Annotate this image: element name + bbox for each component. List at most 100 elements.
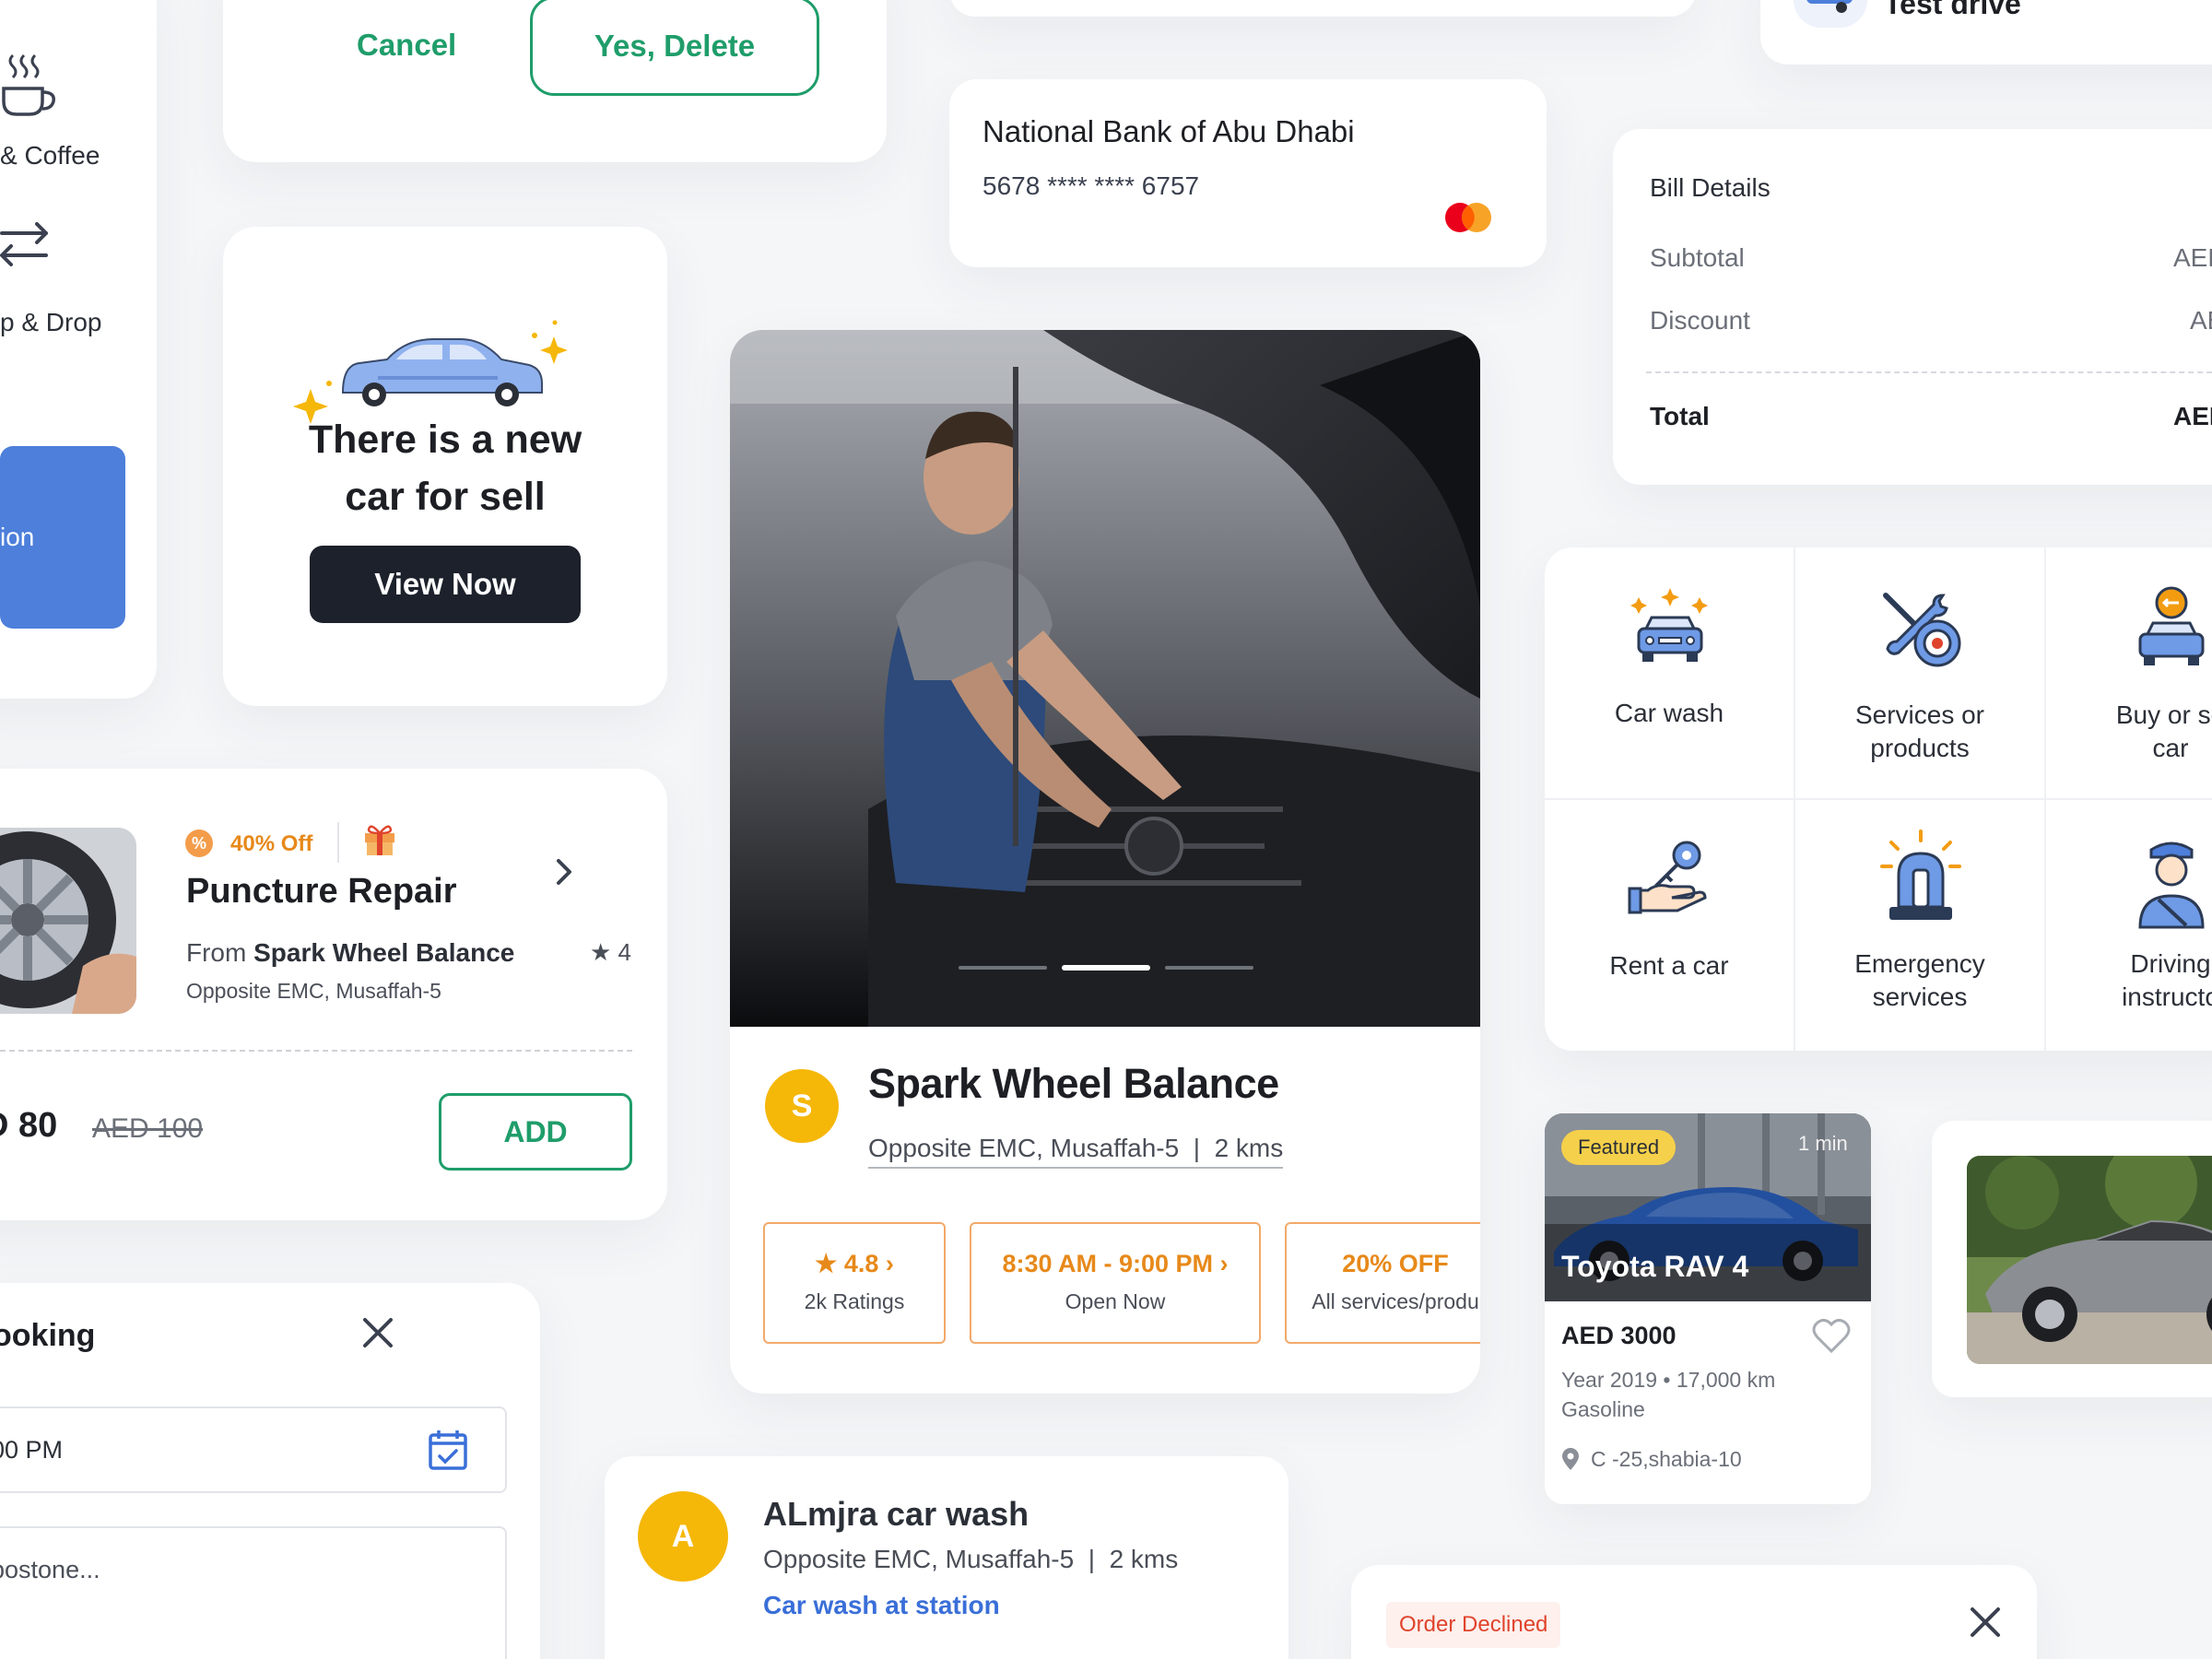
service-emergency-line2: services — [1872, 982, 1968, 1011]
booking-notes-field[interactable]: postone... — [0, 1526, 507, 1659]
services-grid: Car wash Services or products Buy or s c… — [1545, 547, 2212, 1051]
confirm-delete-button[interactable]: Yes, Delete — [530, 0, 819, 96]
sidebar-item-active-label: ion — [0, 523, 35, 551]
add-button[interactable]: ADD — [439, 1093, 632, 1171]
discount-chip[interactable]: 20% OFF All services/produ — [1285, 1222, 1480, 1344]
service-buy-sell[interactable]: Buy or se car — [2046, 547, 2212, 798]
heart-icon[interactable] — [1812, 1318, 1851, 1355]
convertible-car-image — [1967, 1156, 2212, 1364]
service-driving[interactable]: Driving instructo — [2046, 800, 2212, 1051]
bill-total-label: Total — [1650, 402, 1710, 430]
listing-location: C -25,shabia-10 — [1591, 1447, 1742, 1471]
listing-time: 1 min — [1798, 1132, 1848, 1155]
shop-hero-image — [730, 330, 1480, 1027]
listing-fuel: Gasoline — [1561, 1397, 1645, 1421]
swap-icon — [0, 217, 55, 272]
car-wash-avatar: A — [638, 1491, 728, 1582]
car-wash-card[interactable]: A ALmjra car wash Opposite EMC, Musaffah… — [605, 1456, 1288, 1659]
offer-from-name: Spark Wheel Balance — [253, 938, 515, 967]
offer-rating-value: 4 — [618, 938, 632, 966]
chevron-right-icon[interactable] — [553, 853, 577, 890]
service-products[interactable]: Services or products — [1795, 547, 2044, 798]
carousel-dot-2[interactable] — [1062, 965, 1150, 971]
service-buy-sell-line2: car — [2152, 734, 2189, 762]
coffee-icon — [0, 46, 59, 120]
featured-badge: Featured — [1561, 1130, 1677, 1165]
bank-name: National Bank of Abu Dhabi — [982, 114, 1355, 148]
tools-wheel-icon — [1877, 588, 1965, 671]
order-close-icon[interactable] — [1967, 1604, 2004, 1641]
card-number: 5678 **** **** 6757 — [982, 171, 1200, 200]
bill-subtotal-value: AED — [2173, 243, 2212, 272]
booking-time-field[interactable]: 00 PM — [0, 1406, 507, 1493]
featured-label: Featured — [1578, 1135, 1660, 1159]
test-drive-label: Test drive — [1884, 0, 2021, 20]
new-car-title: There is a new car for sell — [223, 411, 667, 525]
offer-image — [0, 828, 136, 1014]
hours-value: 8:30 AM - 9:00 PM — [1002, 1250, 1214, 1277]
offer-from: From Spark Wheel Balance — [186, 938, 514, 968]
sidebar-item-active[interactable]: ion — [0, 446, 125, 629]
shop-address[interactable]: Opposite EMC, Musaffah-5 | 2 kms — [868, 1134, 1284, 1169]
car-wash-type[interactable]: Car wash at station — [763, 1591, 1000, 1620]
bill-discount-value: AE — [2190, 306, 2212, 335]
discount-chip-label: All services/produ — [1312, 1289, 1479, 1313]
test-drive-card[interactable]: Test drive — [1760, 0, 2212, 65]
listing-title: Toyota RAV 4 — [1561, 1250, 1749, 1283]
carousel-dot-1[interactable] — [959, 966, 1047, 970]
service-driving-label: Driving instructo — [2046, 947, 2212, 1014]
badge-divider — [337, 822, 339, 863]
service-emergency[interactable]: Emergency services — [1795, 800, 2044, 1051]
offer-divider — [0, 1050, 632, 1052]
shop-avatar-letter: S — [791, 1088, 813, 1124]
offer-rating: ★ 4 — [590, 938, 631, 967]
order-status-badge: Order Declined — [1386, 1602, 1561, 1648]
sidebar-item-dropoff[interactable]: p & Drop — [0, 308, 102, 337]
sparkle-car-icon — [288, 273, 582, 429]
sidebar-card: & Coffee p & Drop ion — [0, 0, 157, 699]
carousel-dot-3[interactable] — [1165, 966, 1253, 970]
shop-name: Spark Wheel Balance — [868, 1060, 1279, 1107]
view-now-button[interactable]: View Now — [310, 546, 581, 623]
booking-card: ooking 00 PM postone... — [0, 1283, 540, 1659]
hours-chip[interactable]: 8:30 AM - 9:00 PM › Open Now — [970, 1222, 1261, 1344]
rating-star-icon: ★ — [815, 1250, 838, 1277]
bill-discount-label: Discount — [1650, 306, 1750, 335]
bill-total-value: AED — [2173, 402, 2212, 430]
service-driving-line2: instructo — [2122, 982, 2212, 1011]
sidebar-item-coffee[interactable]: & Coffee — [0, 141, 100, 171]
car-photo-card[interactable] — [1932, 1121, 2212, 1397]
hours-label: Open Now — [1065, 1289, 1166, 1313]
rating-chip[interactable]: ★ 4.8 › 2k Ratings — [763, 1222, 946, 1344]
hours-chevron-icon: › — [1219, 1250, 1229, 1277]
service-products-line1: Services or — [1854, 700, 1985, 729]
listing-price: AED 3000 — [1561, 1322, 1677, 1349]
bank-card[interactable]: National Bank of Abu Dhabi 5678 **** ***… — [949, 79, 1547, 267]
cancel-button[interactable]: Cancel — [357, 28, 456, 63]
rent-key-icon — [1626, 833, 1714, 922]
rating-label: 2k Ratings — [804, 1289, 905, 1313]
new-car-title-line2: car for sell — [345, 475, 546, 519]
order-declined-card: Order Declined — [1351, 1565, 2037, 1659]
close-icon[interactable] — [359, 1314, 396, 1351]
shop-card: S Spark Wheel Balance Opposite EMC, Musa… — [730, 330, 1480, 1394]
car-listing-card[interactable]: Featured 1 min Toyota RAV 4 AED 3000 Yea… — [1545, 1113, 1871, 1504]
discount-chip-value: 20% OFF — [1342, 1250, 1449, 1277]
offer-from-prefix: From — [186, 938, 247, 967]
hours-chip-value: 8:30 AM - 9:00 PM › — [971, 1250, 1259, 1278]
order-status-label: Order Declined — [1399, 1612, 1548, 1637]
test-drive-icon — [1794, 0, 1867, 28]
buy-sell-car-icon — [2127, 584, 2212, 673]
service-car-wash[interactable]: Car wash — [1545, 547, 1794, 798]
booking-title: ooking — [0, 1318, 96, 1353]
service-products-line2: products — [1870, 734, 1970, 762]
discount-badge-icon: % — [185, 830, 213, 857]
confirm-delete-label: Yes, Delete — [594, 29, 756, 63]
booking-time-value: 00 PM — [0, 1436, 64, 1464]
service-products-label: Services or products — [1795, 699, 2044, 765]
shop-avatar: S — [765, 1069, 839, 1143]
rating-chip-value: ★ 4.8 › — [765, 1250, 944, 1278]
calendar-icon[interactable] — [428, 1429, 468, 1471]
service-car-wash-label: Car wash — [1545, 697, 1794, 730]
service-rent[interactable]: Rent a car — [1545, 800, 1794, 1051]
